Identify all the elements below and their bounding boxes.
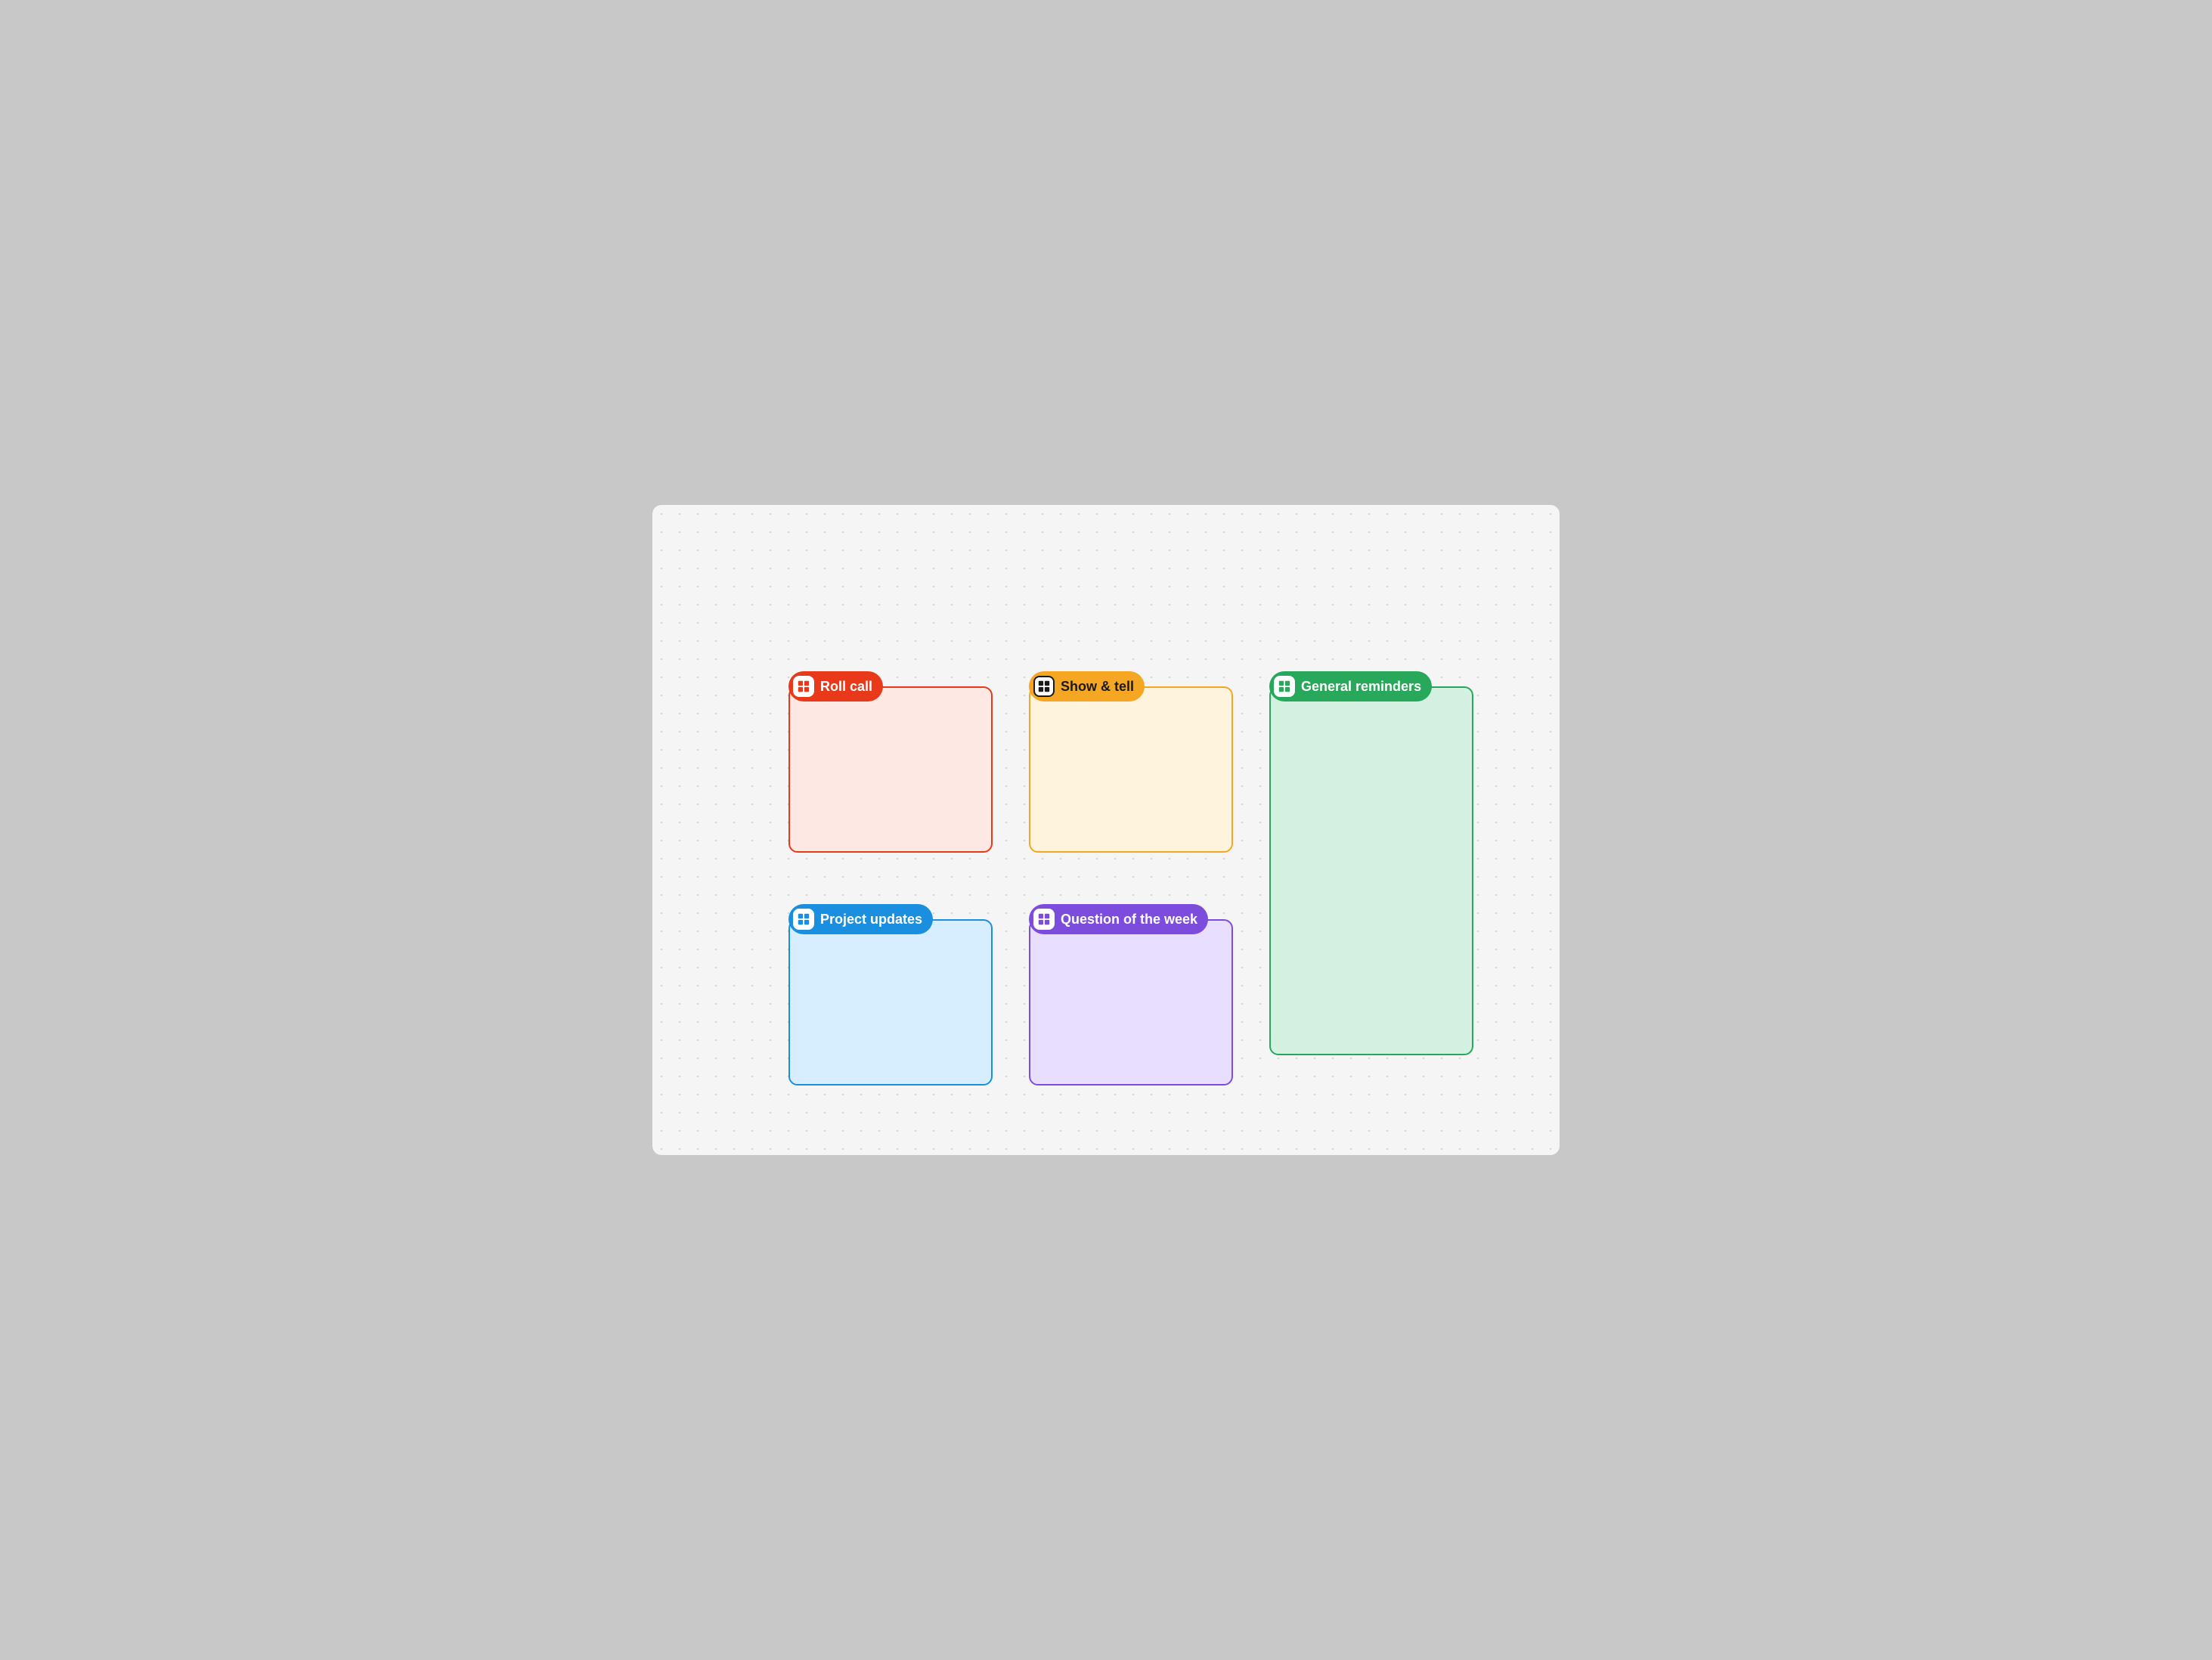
show-tell-label[interactable]: Show & tell <box>1029 671 1145 701</box>
card-roll-call[interactable]: Roll call <box>788 656 993 853</box>
cards-container: Roll call Show & tell <box>788 656 1473 1086</box>
canvas: Roll call Show & tell <box>652 505 1560 1155</box>
project-updates-icon <box>793 909 814 930</box>
general-reminders-label[interactable]: General reminders <box>1269 671 1432 701</box>
question-of-week-icon <box>1033 909 1055 930</box>
card-question-of-week[interactable]: Question of the week <box>1029 889 1233 1086</box>
project-updates-label[interactable]: Project updates <box>788 904 933 934</box>
roll-call-icon <box>793 676 814 697</box>
card-show-tell[interactable]: Show & tell <box>1029 656 1233 853</box>
question-of-week-label-text: Question of the week <box>1061 912 1197 928</box>
card-project-updates[interactable]: Project updates <box>788 889 993 1086</box>
general-reminders-icon <box>1274 676 1295 697</box>
project-updates-label-text: Project updates <box>820 912 922 928</box>
question-of-week-label[interactable]: Question of the week <box>1029 904 1208 934</box>
roll-call-body[interactable] <box>788 686 993 853</box>
question-of-week-body[interactable] <box>1029 919 1233 1086</box>
roll-call-label-text: Roll call <box>820 679 872 695</box>
show-tell-body[interactable] <box>1029 686 1233 853</box>
show-tell-label-text: Show & tell <box>1061 679 1134 695</box>
general-reminders-label-text: General reminders <box>1301 679 1421 695</box>
general-reminders-body[interactable] <box>1269 686 1473 1055</box>
roll-call-label[interactable]: Roll call <box>788 671 883 701</box>
card-general-reminders[interactable]: General reminders <box>1269 656 1473 1086</box>
show-tell-icon <box>1033 676 1055 697</box>
project-updates-body[interactable] <box>788 919 993 1086</box>
